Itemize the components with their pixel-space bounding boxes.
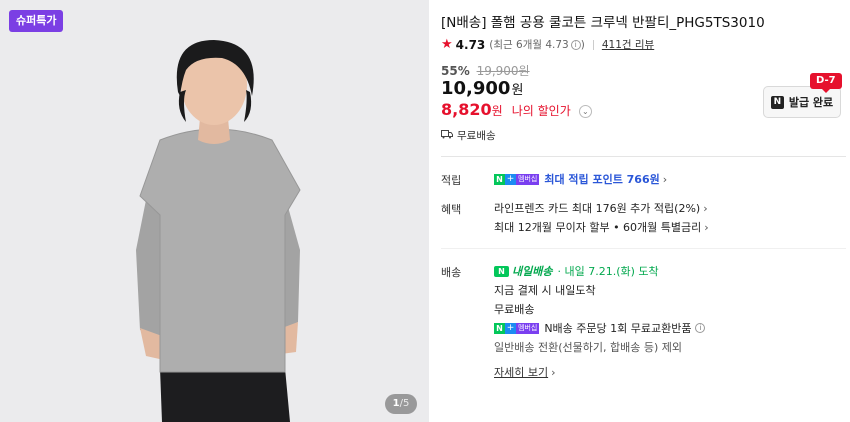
info-icon[interactable]: i — [570, 40, 581, 50]
naver-plus-membership-icon: N + 멤버십 — [494, 173, 540, 185]
pager-total: 5 — [402, 398, 410, 409]
truck-icon — [441, 129, 453, 142]
rating-recent-text: (최근 6개월 4.73 — [489, 39, 569, 51]
my-price-value: 8,820 — [441, 100, 492, 119]
naver-plus-membership-icon: N + 멤버십 — [494, 322, 540, 334]
dday-badge: D-7 — [810, 73, 842, 93]
points-label: 적립 — [441, 174, 462, 187]
super-deal-badge: 슈퍼특가 — [9, 10, 64, 32]
free-shipping-row: 무료배송 — [441, 128, 496, 143]
exchange-text: N배송 주문당 1회 무료교환반품 — [544, 322, 692, 335]
coupon-label: 발급 완료 — [788, 96, 834, 109]
rating-recent-close: ) — [580, 39, 585, 51]
model-photo — [0, 0, 429, 422]
my-discount-price[interactable]: 8,820원 나의 할인가 ⌄ — [441, 100, 592, 119]
divider — [441, 248, 846, 249]
benefit-label: 혜택 — [441, 203, 462, 216]
rating-recent: (최근 6개월 4.73 i) — [489, 37, 585, 52]
discount-row: 55% 19,900원 — [441, 62, 530, 79]
benefit-installment-row[interactable]: 최대 12개월 무이자 할부 • 60개월 특별금리 › — [494, 219, 709, 235]
tomorrow-delivery-row: N 내일배송 · 내일 7.21.(화) 도착 — [494, 263, 659, 279]
delivery-exclusion: 일반배송 전환(선물하기, 합배송 등) 제외 — [494, 341, 682, 354]
discount-rate: 55% — [441, 64, 470, 78]
product-info: [N배송] 폴햄 공용 쿨코튼 크루넥 반팔티_PHG5TS3010 ★ 4.7… — [441, 0, 846, 422]
reviews-link[interactable]: 411건 리뷰 — [602, 37, 654, 52]
image-pager: 1/5 — [385, 394, 417, 414]
info-icon[interactable]: i — [695, 323, 706, 333]
benefit-card-text: 라인프렌즈 카드 최대 176원 추가 적립(2%) — [494, 202, 701, 215]
delivery-label: 배송 — [441, 266, 462, 279]
delivery-line: 무료배송 — [494, 303, 535, 316]
sale-price-unit: 원 — [511, 83, 524, 98]
chevron-right-icon: › — [703, 201, 708, 215]
sale-price: 10,900원 — [441, 78, 523, 99]
rating-score: 4.73 — [455, 37, 486, 52]
star-icon: ★ — [441, 37, 453, 52]
chevron-right-icon: › — [662, 172, 668, 186]
arrival-date: · 내일 7.21.(화) 도착 — [557, 265, 659, 278]
details-link-row[interactable]: 자세히 보기 › — [494, 364, 556, 380]
sale-price-value: 10,900 — [441, 78, 511, 99]
benefit-installment-text: 최대 12개월 무이자 할부 • 60개월 특별금리 — [494, 221, 702, 234]
naver-n-icon: N — [770, 95, 784, 109]
chevron-right-icon: › — [704, 220, 709, 234]
free-shipping-text: 무료배송 — [457, 130, 496, 142]
delivery-line: 지금 결제 시 내일도착 — [494, 284, 596, 297]
divider — [592, 39, 594, 50]
benefit-card-row[interactable]: 라인프렌즈 카드 최대 176원 추가 적립(2%) › — [494, 200, 708, 216]
exchange-row: N + 멤버십 N배송 주문당 1회 무료교환반품 i — [494, 320, 706, 336]
divider — [441, 156, 846, 157]
chevron-right-icon: › — [551, 365, 556, 379]
naver-delivery-icon: N — [494, 265, 509, 277]
pager-current: 1 — [392, 398, 400, 409]
details-link[interactable]: 자세히 보기 — [494, 364, 548, 380]
original-price: 19,900원 — [476, 64, 530, 78]
product-title: [N배송] 폴햄 공용 쿨코튼 크루넥 반팔티_PHG5TS3010 — [441, 15, 765, 31]
points-row[interactable]: N + 멤버십 최대 적립 포인트 766원 › — [494, 171, 667, 187]
my-price-unit: 원 — [491, 104, 503, 118]
points-text: 최대 적립 포인트 766원 — [544, 173, 660, 186]
chevron-down-icon[interactable]: ⌄ — [578, 105, 592, 118]
rating-row: ★ 4.73 (최근 6개월 4.73 i) 411건 리뷰 — [441, 37, 654, 52]
tomorrow-delivery: 내일배송 — [512, 265, 553, 278]
product-image[interactable]: 슈퍼특가 1/5 — [0, 0, 429, 422]
my-price-label: 나의 할인가 — [511, 104, 571, 118]
